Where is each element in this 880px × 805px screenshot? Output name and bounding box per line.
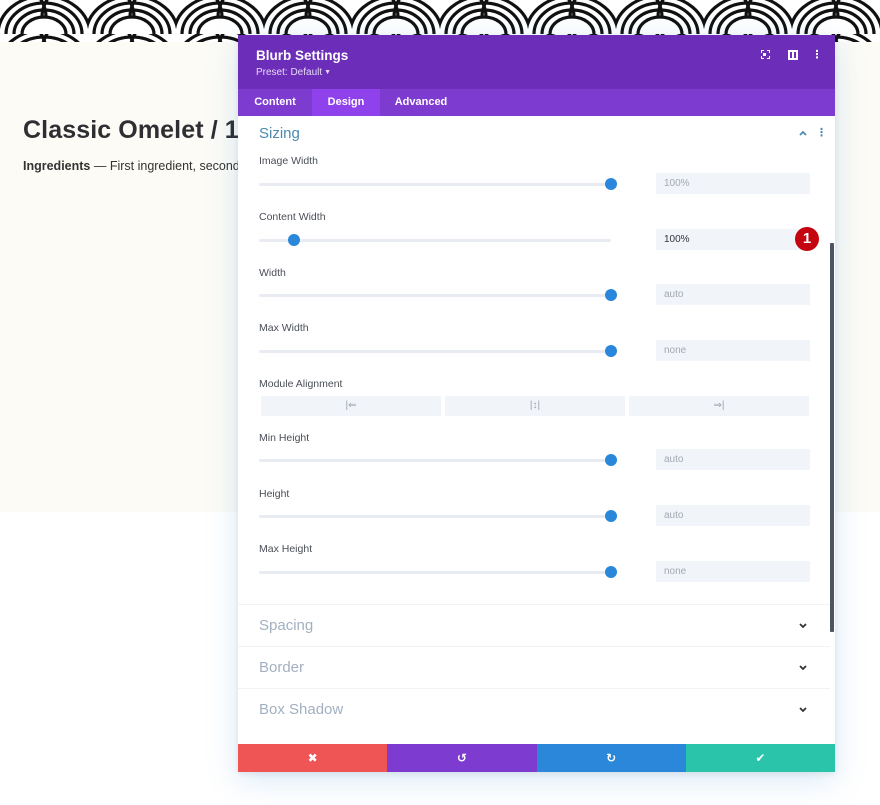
modal-body: Sizing ⋮ Image Width 100% Content Width … — [238, 116, 835, 744]
content-width-slider[interactable] — [259, 234, 611, 246]
min-height-label: Min Height — [259, 432, 310, 444]
tab-advanced[interactable]: Advanced — [380, 89, 462, 116]
section-box-shadow[interactable]: Box Shadow — [238, 688, 830, 730]
expand-icon[interactable] — [758, 48, 772, 62]
section-spacing[interactable]: Spacing — [238, 604, 830, 646]
min-height-input[interactable]: auto — [656, 449, 810, 470]
blurb-settings-modal: Blurb Settings Preset: Default ▼ ⋮ Conten… — [238, 35, 835, 772]
redo-icon: ↻ — [606, 751, 617, 765]
align-center-button[interactable]: |↕| — [445, 396, 625, 416]
section-options-icon[interactable]: ⋮ — [816, 126, 827, 139]
modal-tabs: Content Design Advanced — [238, 89, 835, 116]
image-width-input[interactable]: 100% — [656, 173, 810, 194]
chevron-down-icon — [799, 623, 807, 629]
slider-thumb[interactable] — [605, 510, 617, 522]
section-border[interactable]: Border — [238, 646, 830, 688]
preset-dropdown[interactable]: Preset: Default ▼ — [256, 67, 331, 78]
undo-button[interactable]: ↺ — [387, 744, 537, 772]
page-heading: Classic Omelet / 10 — [23, 116, 238, 144]
max-width-input[interactable]: none — [656, 340, 810, 361]
modal-header: Blurb Settings Preset: Default ▼ ⋮ — [238, 35, 835, 89]
slider-thumb[interactable] — [605, 178, 617, 190]
max-height-slider[interactable] — [259, 566, 617, 578]
chevron-down-icon — [799, 707, 807, 713]
save-button[interactable]: ✔ — [685, 744, 835, 772]
redo-button[interactable]: ↻ — [536, 744, 686, 772]
align-left-button[interactable]: |⇐ — [261, 396, 441, 416]
min-height-slider[interactable] — [259, 454, 617, 466]
ingredients-text: Ingredients — First ingredient, second i — [23, 159, 238, 173]
chevron-down-icon — [799, 665, 807, 671]
section-sizing-title[interactable]: Sizing — [259, 125, 300, 142]
check-icon: ✔ — [755, 751, 766, 765]
max-width-label: Max Width — [259, 322, 309, 334]
screen: Classic Omelet / 10 Ingredients — First … — [0, 0, 880, 805]
annotation-badge: 1 — [795, 227, 819, 251]
close-icon: ✖ — [307, 751, 318, 765]
slider-thumb[interactable] — [605, 454, 617, 466]
section-border-title: Border — [259, 659, 305, 676]
width-slider[interactable] — [259, 289, 617, 301]
height-label: Height — [259, 488, 290, 500]
split-view-icon[interactable] — [786, 48, 800, 62]
module-alignment-label: Module Alignment — [259, 378, 343, 390]
align-right-icon: ⇒| — [713, 400, 725, 411]
preset-label: Preset: Default — [256, 67, 323, 78]
align-left-icon: |⇐ — [345, 400, 357, 411]
max-width-slider[interactable] — [259, 345, 617, 357]
cancel-button[interactable]: ✖ — [238, 744, 388, 772]
scrollbar[interactable] — [830, 243, 834, 632]
undo-icon: ↺ — [456, 751, 467, 765]
more-options-icon[interactable]: ⋮ — [810, 48, 824, 62]
modal-title: Blurb Settings — [256, 48, 349, 63]
width-input[interactable]: auto — [656, 284, 810, 305]
width-label: Width — [259, 267, 286, 279]
image-width-slider[interactable] — [259, 178, 617, 190]
chevron-up-icon[interactable] — [798, 128, 808, 138]
ingredients-label: Ingredients — [23, 159, 91, 173]
image-width-label: Image Width — [259, 155, 318, 167]
align-right-button[interactable]: ⇒| — [629, 396, 809, 416]
slider-thumb[interactable] — [605, 345, 617, 357]
content-width-label: Content Width — [259, 211, 326, 223]
content-width-input[interactable]: 100% — [656, 229, 810, 250]
height-input[interactable]: auto — [656, 505, 810, 526]
tab-design[interactable]: Design — [312, 89, 380, 116]
slider-thumb[interactable] — [605, 289, 617, 301]
section-box-shadow-title: Box Shadow — [259, 701, 344, 718]
max-height-label: Max Height — [259, 543, 313, 555]
caret-down-icon: ▼ — [324, 69, 332, 76]
height-slider[interactable] — [259, 510, 617, 522]
ingredients-content: — First ingredient, second i — [90, 159, 238, 173]
slider-thumb[interactable] — [288, 234, 301, 246]
align-center-icon: |↕| — [529, 400, 541, 411]
tab-content[interactable]: Content — [238, 89, 312, 116]
section-spacing-title: Spacing — [259, 617, 314, 634]
modal-footer: ✖ ↺ ↻ ✔ — [238, 744, 835, 772]
slider-thumb[interactable] — [605, 566, 617, 578]
max-height-input[interactable]: none — [656, 561, 810, 582]
